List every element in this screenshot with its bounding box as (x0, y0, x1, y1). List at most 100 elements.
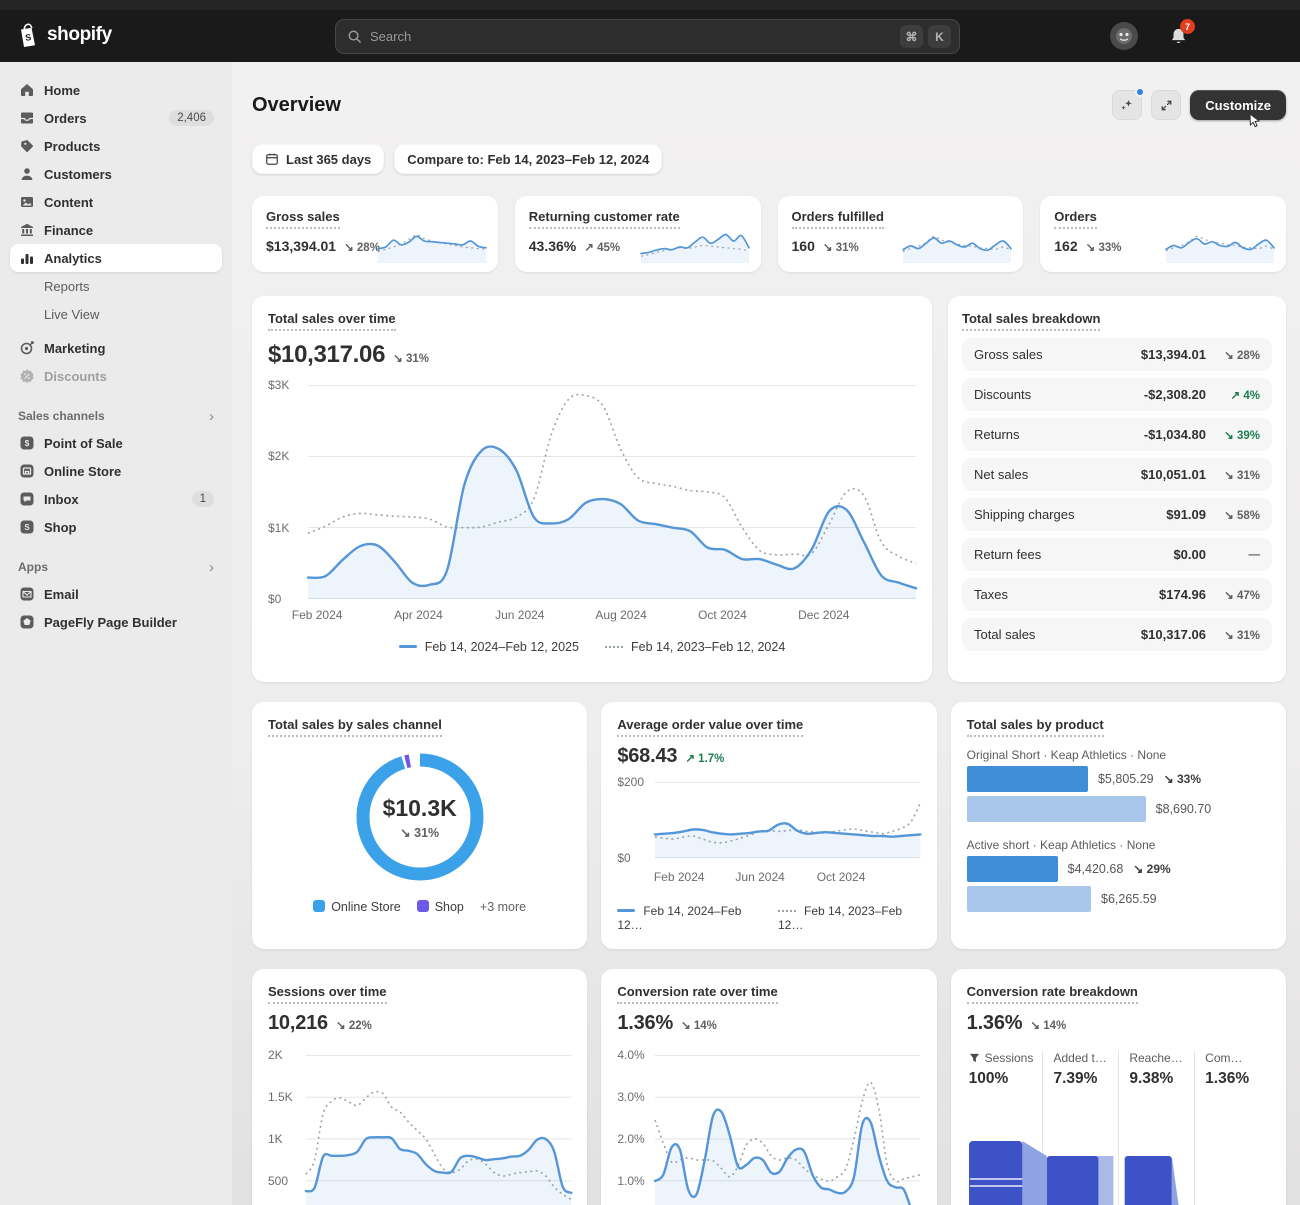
x-axis-labels: Feb 2024Apr 2024Jun 2024Aug 2024Oct 2024… (308, 608, 916, 624)
bar-value: $4,420.68 (1068, 862, 1124, 876)
kpi-orders-fulfilled: Orders fulfilled 160 ↘ 31% (778, 196, 1024, 272)
donut-center-value: $10.3K (383, 795, 457, 822)
y-tick-label: 1K (268, 1132, 283, 1146)
orders-count-badge: 2,406 (169, 110, 214, 126)
sidebar-item-home[interactable]: Home (10, 76, 222, 104)
page-title: Overview (252, 94, 341, 117)
step-value: 9.38% (1129, 1070, 1190, 1088)
sidebar-item-discounts[interactable]: Discounts (10, 362, 222, 390)
metric-title[interactable]: Orders (1054, 209, 1097, 229)
store-avatar[interactable] (1110, 22, 1138, 50)
row-value: -$2,308.20 (1144, 387, 1206, 402)
metric-title[interactable]: Average order value over time (617, 717, 803, 737)
row-value: $0.00 (1173, 547, 1206, 562)
metric-title[interactable]: Total sales by sales channel (268, 717, 442, 737)
metric-title[interactable]: Sessions over time (268, 984, 387, 1004)
compare-to-button[interactable]: Compare to: Feb 14, 2023–Feb 12, 2024 (394, 144, 662, 174)
sidebar-item-products[interactable]: Products (10, 132, 222, 160)
topbar: S shopify ⌘ K (0, 0, 1300, 62)
insights-button[interactable] (1112, 90, 1142, 120)
breakdown-row[interactable]: Shipping charges $91.09 ↘ 58% (962, 498, 1272, 531)
sidebar-item-label: Finance (44, 223, 93, 238)
breakdown-row[interactable]: Gross sales $13,394.01 ↘ 28% (962, 338, 1272, 371)
svg-text:$: $ (24, 439, 29, 448)
sales-channels-header[interactable]: Sales channels › (10, 403, 222, 429)
expand-button[interactable] (1151, 90, 1181, 120)
metric-value: 10,216 (268, 1012, 328, 1035)
sidebar-item-finance[interactable]: Finance (10, 216, 222, 244)
metric-title[interactable]: Total sales breakdown (962, 311, 1100, 331)
sessions-line-chart (306, 1055, 571, 1205)
y-tick-label: $3K (268, 378, 289, 392)
date-range-button[interactable]: Last 365 days (252, 144, 384, 174)
bar-value: $5,805.29 (1098, 772, 1154, 786)
sales-by-channel-card: Total sales by sales channel $10.3K ↘ 31… (252, 702, 587, 949)
sessions-over-time-card: Sessions over time 10,216 ↘ 22% 2K1.5K1K… (252, 969, 587, 1205)
legend-more[interactable]: +3 more (480, 900, 526, 914)
sidebar-item-customers[interactable]: Customers (10, 160, 222, 188)
sidebar-item-marketing[interactable]: Marketing (10, 334, 222, 362)
notifications-button[interactable]: 7 (1166, 24, 1190, 48)
chevron-right-icon: › (209, 408, 214, 425)
x-tick-label: Apr 2024 (394, 608, 443, 622)
y-tick-label: $1K (268, 521, 289, 535)
sidebar-item-online-store[interactable]: Online Store (10, 457, 222, 485)
sidebar-item-point-of-sale[interactable]: $ Point of Sale (10, 429, 222, 457)
sidebar-item-pagefly[interactable]: PageFly Page Builder (10, 608, 222, 636)
sidebar-item-label: Shop (44, 520, 77, 535)
sidebar-item-label: Reports (44, 279, 90, 294)
metric-title[interactable]: Total sales over time (268, 311, 396, 331)
current-period-bar (967, 856, 1058, 882)
customize-button[interactable]: Customize (1190, 90, 1286, 120)
metric-value: $13,394.01 (266, 238, 336, 254)
marketing-icon (18, 340, 35, 356)
breakdown-row[interactable]: Total sales $10,317.06 ↘ 31% (962, 618, 1272, 651)
sidebar-item-live-view[interactable]: Live View (10, 300, 222, 328)
sidebar-item-label: Point of Sale (44, 436, 123, 451)
sparkle-icon (1119, 97, 1135, 113)
bar-value: $8,690.70 (1156, 802, 1212, 816)
metric-delta: ↘ 31% (393, 351, 429, 365)
metric-title[interactable]: Conversion rate over time (617, 984, 777, 1004)
metric-title[interactable]: Conversion rate breakdown (967, 984, 1138, 1004)
global-search[interactable]: ⌘ K (335, 19, 960, 54)
y-tick-label: 1.0% (617, 1174, 644, 1188)
breakdown-row[interactable]: Returns -$1,034.80 ↘ 39% (962, 418, 1272, 451)
shortcut-k-key: K (928, 25, 951, 48)
y-axis-labels: 2K1.5K1K5000 (268, 1055, 304, 1205)
online-store-icon (18, 463, 35, 479)
x-tick-label: Feb 2024 (654, 870, 705, 884)
metric-delta: ↗ 1.7% (685, 751, 724, 765)
sidebar-item-orders[interactable]: Orders 2,406 (10, 104, 222, 132)
chart-legend: Feb 14, 2024–Feb 12, 2025 Feb 14, 2023–F… (268, 640, 916, 654)
metric-delta: ↗ 45% (584, 240, 620, 254)
sidebar-item-inbox[interactable]: Inbox 1 (10, 485, 222, 513)
products-icon (18, 138, 35, 154)
legend-swatch (417, 900, 429, 912)
sidebar-item-content[interactable]: Content (10, 188, 222, 216)
apps-header[interactable]: Apps › (10, 554, 222, 580)
sidebar-item-email[interactable]: Email (10, 580, 222, 608)
sidebar: Home Orders 2,406 Products Customers Con… (0, 62, 232, 1205)
content-icon (18, 194, 35, 210)
breakdown-row[interactable]: Discounts -$2,308.20 ↗ 4% (962, 378, 1272, 411)
row-label: Taxes (974, 587, 1008, 602)
breakdown-row[interactable]: Return fees $0.00 — (962, 538, 1272, 571)
inbox-icon (18, 491, 35, 507)
row-value: $91.09 (1166, 507, 1206, 522)
sidebar-item-reports[interactable]: Reports (10, 272, 222, 300)
search-input[interactable] (370, 29, 895, 44)
sidebar-item-analytics[interactable]: Analytics (10, 244, 222, 272)
metric-title[interactable]: Orders fulfilled (792, 209, 884, 229)
svg-text:S: S (24, 523, 30, 532)
metric-title[interactable]: Total sales by product (967, 717, 1104, 737)
breakdown-row[interactable]: Net sales $10,051.01 ↘ 31% (962, 458, 1272, 491)
sparkline-chart (641, 225, 749, 263)
conversion-rate-breakdown-card: Conversion rate breakdown 1.36% ↘ 14% Se… (951, 969, 1286, 1205)
metric-title[interactable]: Gross sales (266, 209, 340, 229)
row-delta: ↘ 31% (1206, 468, 1260, 482)
chevron-right-icon: › (209, 559, 214, 576)
sidebar-item-shop[interactable]: S Shop (10, 513, 222, 541)
shopify-logo[interactable]: S shopify (16, 22, 112, 48)
breakdown-row[interactable]: Taxes $174.96 ↘ 47% (962, 578, 1272, 611)
